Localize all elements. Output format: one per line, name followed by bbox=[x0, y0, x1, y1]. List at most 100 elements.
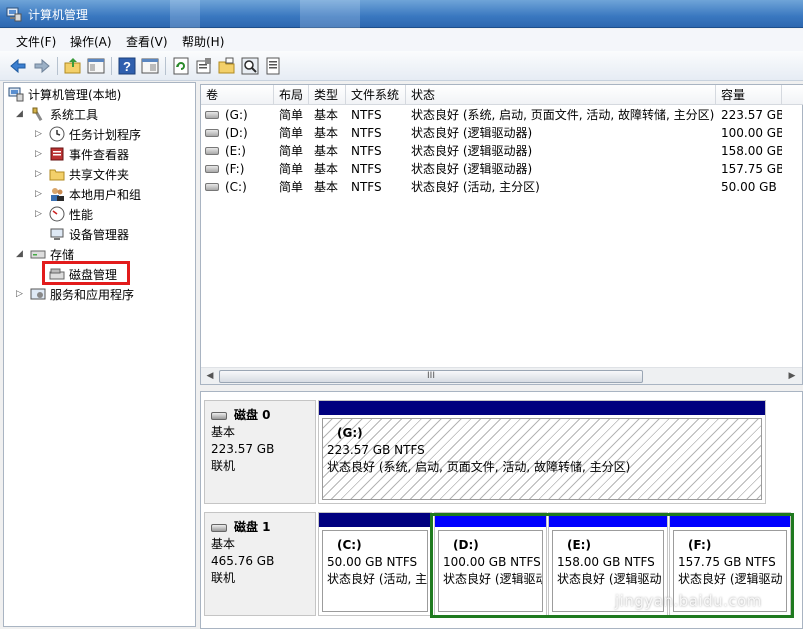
cell-type: 基本 bbox=[314, 162, 339, 176]
search-icon[interactable] bbox=[240, 56, 260, 76]
tree-item-task-scheduler[interactable]: ▷ 任务计划程序 bbox=[35, 124, 141, 144]
computer-management-icon bbox=[8, 87, 24, 102]
tree-label: 本地用户和组 bbox=[69, 187, 142, 202]
menu-action[interactable]: 操作(A) bbox=[70, 33, 112, 50]
performance-icon bbox=[49, 206, 65, 222]
disk-size: 465.76 GB bbox=[211, 554, 275, 568]
clock-icon bbox=[49, 126, 65, 142]
table-row[interactable]: (E:) 简单 基本 NTFS 状态良好 (逻辑驱动器) 158.00 GB bbox=[201, 142, 803, 160]
partition-g[interactable]: (G:) 223.57 GB NTFS 状态良好 (系统, 启动, 页面文件, … bbox=[318, 400, 766, 504]
open-folder-icon[interactable] bbox=[217, 56, 237, 76]
title-bar[interactable]: 计算机管理 bbox=[0, 0, 803, 28]
table-row[interactable]: (G:) 简单 基本 NTFS 状态良好 (系统, 启动, 页面文件, 活动, … bbox=[201, 106, 803, 124]
tree-label: 服务和应用程序 bbox=[50, 287, 135, 302]
table-row[interactable]: (F:) 简单 基本 NTFS 状态良好 (逻辑驱动器) 157.75 GB bbox=[201, 160, 803, 178]
tree-item-performance[interactable]: ▷ 性能 bbox=[35, 204, 93, 224]
disk-0-label[interactable]: 磁盘 0 基本 223.57 GB 联机 bbox=[204, 400, 316, 504]
tools-icon bbox=[32, 107, 43, 122]
computer-management-window: 计算机管理 文件(F) 操作(A) 查看(V) 帮助(H) ? 计算机管理(本地… bbox=[0, 0, 803, 629]
volume-icon bbox=[205, 111, 219, 119]
column-header-capacity[interactable]: 容量 bbox=[716, 85, 782, 105]
partition-body: (C:) 50.00 GB NTFS 状态良好 (活动, 主 bbox=[322, 530, 428, 612]
table-row[interactable]: (D:) 简单 基本 NTFS 状态良好 (逻辑驱动器) 100.00 GB bbox=[201, 124, 803, 142]
tree-item-services[interactable]: ▷ 服务和应用程序 bbox=[16, 284, 134, 304]
partition-label: (C:) bbox=[337, 538, 362, 552]
title-glass bbox=[170, 0, 200, 28]
scroll-right-icon[interactable]: ▶ bbox=[786, 371, 798, 382]
help-icon[interactable]: ? bbox=[117, 56, 137, 76]
collapsed-arrow-icon[interactable]: ▷ bbox=[35, 129, 45, 139]
cell-capacity: 158.00 GB bbox=[721, 144, 782, 158]
export-icon[interactable] bbox=[263, 56, 283, 76]
tree-item-shared-folders[interactable]: ▷ 共享文件夹 bbox=[35, 164, 129, 184]
menu-view[interactable]: 查看(V) bbox=[126, 33, 168, 50]
refresh-icon[interactable] bbox=[171, 56, 191, 76]
volume-icon bbox=[205, 129, 219, 137]
tree-item-root[interactable]: 计算机管理(本地) bbox=[8, 84, 121, 104]
cell-volume: (F:) bbox=[225, 162, 245, 176]
disk-title: 磁盘 1 bbox=[211, 519, 315, 536]
up-folder-icon[interactable] bbox=[63, 56, 83, 76]
tree-item-device-manager[interactable]: 设备管理器 bbox=[49, 224, 129, 244]
disk-kind: 基本 bbox=[211, 425, 236, 439]
properties-icon[interactable] bbox=[194, 56, 214, 76]
watermark: jingyan.baidu.com bbox=[615, 592, 762, 610]
partition-size: 50.00 GB NTFS bbox=[327, 555, 418, 569]
column-header-filesystem[interactable]: 文件系统 bbox=[346, 85, 406, 105]
forward-icon[interactable] bbox=[32, 56, 52, 76]
cell-layout: 简单 bbox=[279, 108, 304, 122]
cell-status: 状态良好 (系统, 启动, 页面文件, 活动, 故障转储, 主分区) bbox=[411, 108, 715, 122]
partition-status: 状态良好 (系统, 启动, 页面文件, 活动, 故障转储, 主分区) bbox=[327, 460, 631, 474]
collapsed-arrow-icon[interactable]: ▷ bbox=[35, 169, 45, 179]
column-header-volume[interactable]: 卷 bbox=[201, 85, 274, 105]
storage-icon bbox=[30, 250, 46, 259]
cell-type: 基本 bbox=[314, 126, 339, 140]
menu-help[interactable]: 帮助(H) bbox=[182, 33, 224, 50]
collapsed-arrow-icon[interactable]: ▷ bbox=[35, 149, 45, 159]
tree-label: 共享文件夹 bbox=[69, 167, 130, 182]
table-row[interactable]: (C:) 简单 基本 NTFS 状态良好 (活动, 主分区) 50.00 GB bbox=[201, 178, 803, 196]
column-header-status[interactable]: 状态 bbox=[406, 85, 716, 105]
cell-layout: 简单 bbox=[279, 144, 304, 158]
partition-c[interactable]: (C:) 50.00 GB NTFS 状态良好 (活动, 主 bbox=[318, 512, 432, 616]
event-viewer-icon bbox=[50, 147, 64, 161]
console-icon[interactable] bbox=[140, 56, 160, 76]
tree-label: 性能 bbox=[69, 207, 94, 222]
menu-file[interactable]: 文件(F) bbox=[16, 33, 56, 50]
title-glass bbox=[300, 0, 360, 28]
disk-name: 磁盘 1 bbox=[234, 520, 271, 534]
disk-state: 联机 bbox=[211, 571, 236, 585]
tree-label: 存储 bbox=[50, 247, 75, 262]
window-title: 计算机管理 bbox=[28, 8, 89, 22]
navigation-tree: 计算机管理(本地) ◢ 系统工具 ▷ 任务计划程序 ▷ 事件查看器 ▷ 共享文件… bbox=[3, 82, 196, 627]
toolbar-separator bbox=[165, 57, 166, 75]
disk-1-label[interactable]: 磁盘 1 基本 465.76 GB 联机 bbox=[204, 512, 316, 616]
show-tree-icon[interactable] bbox=[86, 56, 106, 76]
tree-label: 计算机管理(本地) bbox=[28, 87, 122, 102]
expanded-arrow-icon[interactable]: ◢ bbox=[16, 249, 26, 259]
toolbar: ? bbox=[0, 51, 803, 81]
collapsed-arrow-icon[interactable]: ▷ bbox=[35, 189, 45, 199]
back-icon[interactable] bbox=[8, 56, 28, 76]
disk-management-highlight bbox=[42, 261, 130, 285]
collapsed-arrow-icon[interactable]: ▷ bbox=[16, 289, 26, 299]
partition-status: 状态良好 (活动, 主 bbox=[327, 572, 428, 586]
tree-label: 任务计划程序 bbox=[69, 127, 142, 142]
cell-filesystem: NTFS bbox=[351, 126, 382, 140]
cell-layout: 简单 bbox=[279, 180, 304, 194]
column-header-type[interactable]: 类型 bbox=[309, 85, 346, 105]
scroll-left-icon[interactable]: ◀ bbox=[204, 371, 216, 382]
cell-volume: (D:) bbox=[225, 126, 248, 140]
column-header-layout[interactable]: 布局 bbox=[274, 85, 309, 105]
column-header-more[interactable] bbox=[782, 85, 803, 105]
cell-status: 状态良好 (逻辑驱动器) bbox=[411, 126, 533, 140]
tree-item-local-users[interactable]: ▷ 本地用户和组 bbox=[35, 184, 141, 204]
tree-item-system-tools[interactable]: ◢ 系统工具 bbox=[16, 104, 98, 124]
horizontal-scrollbar[interactable]: ◀ III ▶ bbox=[201, 367, 802, 384]
scrollbar-thumb[interactable]: III bbox=[219, 370, 643, 383]
expanded-arrow-icon[interactable]: ◢ bbox=[16, 109, 26, 119]
tree-label: 设备管理器 bbox=[69, 227, 130, 242]
volume-list: 卷 布局 类型 文件系统 状态 容量 (G:) 简单 基本 NTFS 状态良好 … bbox=[200, 84, 803, 385]
tree-item-event-viewer[interactable]: ▷ 事件查看器 bbox=[35, 144, 129, 164]
collapsed-arrow-icon[interactable]: ▷ bbox=[35, 209, 45, 219]
